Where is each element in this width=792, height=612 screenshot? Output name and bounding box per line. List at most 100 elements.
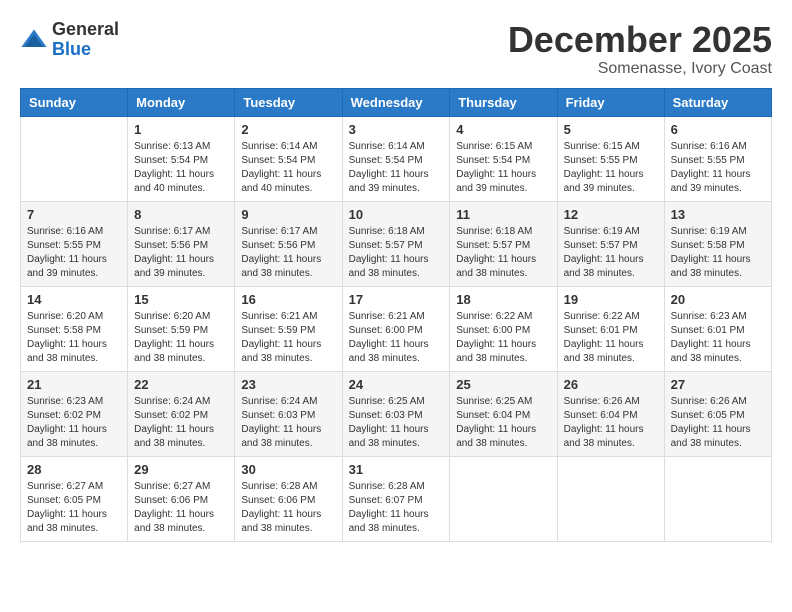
day-number: 14: [27, 292, 121, 307]
weekday-header: Tuesday: [235, 88, 342, 116]
calendar-cell: 31 Sunrise: 6:28 AMSunset: 6:07 PMDayligh…: [342, 456, 450, 541]
day-number: 10: [349, 207, 444, 222]
day-info: Sunrise: 6:21 AMSunset: 5:59 PMDaylight:…: [241, 310, 335, 366]
day-number: 1: [134, 122, 228, 137]
weekday-header: Wednesday: [342, 88, 450, 116]
calendar-cell: 15Sunrise: 6:20 AMSunset: 5:59 PMDayligh…: [128, 286, 235, 371]
weekday-header: Sunday: [21, 88, 128, 116]
calendar-cell: 9 Sunrise: 6:17 AMSunset: 5:56 PMDaylight…: [235, 201, 342, 286]
calendar-cell: 4 Sunrise: 6:15 AMSunset: 5:54 PMDaylight…: [450, 116, 557, 201]
logo-blue: Blue: [52, 40, 119, 60]
title-section: December 2025 Somenasse, Ivory Coast: [508, 20, 772, 78]
day-number: 7: [27, 207, 121, 222]
calendar-cell: 3Sunrise: 6:14 AMSunset: 5:54 PMDaylight…: [342, 116, 450, 201]
calendar-cell: 10Sunrise: 6:18 AMSunset: 5:57 PMDayligh…: [342, 201, 450, 286]
day-info: Sunrise: 6:15 AMSunset: 5:55 PMDaylight:…: [564, 140, 658, 196]
calendar: SundayMondayTuesdayWednesdayThursdayFrid…: [20, 88, 772, 542]
day-info: Sunrise: 6:28 AMSunset: 6:07 PMDaylight:…: [349, 480, 444, 536]
day-number: 18: [456, 292, 550, 307]
month-title: December 2025: [508, 20, 772, 60]
day-number: 29: [134, 462, 228, 477]
calendar-cell: 23 Sunrise: 6:24 AMSunset: 6:03 PMDayligh…: [235, 371, 342, 456]
calendar-cell: 16Sunrise: 6:21 AMSunset: 5:59 PMDayligh…: [235, 286, 342, 371]
day-number: 3: [349, 122, 444, 137]
logo: General Blue: [20, 20, 119, 60]
day-info: Sunrise: 6:24 AMSunset: 6:03 PMDaylight:…: [241, 395, 335, 451]
day-info: Sunrise: 6:15 AMSunset: 5:54 PMDaylight:…: [456, 140, 550, 196]
day-info: Sunrise: 6:23 AMSunset: 6:01 PMDaylight:…: [671, 310, 765, 366]
day-number: 21: [27, 377, 121, 392]
calendar-cell: 11 Sunrise: 6:18 AMSunset: 5:57 PMDayligh…: [450, 201, 557, 286]
day-number: 8: [134, 207, 228, 222]
calendar-cell: 5 Sunrise: 6:15 AMSunset: 5:55 PMDaylight…: [557, 116, 664, 201]
day-info: Sunrise: 6:24 AMSunset: 6:02 PMDaylight:…: [134, 395, 228, 451]
day-number: 23: [241, 377, 335, 392]
calendar-cell: 8 Sunrise: 6:17 AMSunset: 5:56 PMDaylight…: [128, 201, 235, 286]
day-info: Sunrise: 6:25 AMSunset: 6:03 PMDaylight:…: [349, 395, 444, 451]
day-number: 20: [671, 292, 765, 307]
day-number: 27: [671, 377, 765, 392]
calendar-cell: 12Sunrise: 6:19 AMSunset: 5:57 PMDayligh…: [557, 201, 664, 286]
day-number: 9: [241, 207, 335, 222]
day-info: Sunrise: 6:17 AMSunset: 5:56 PMDaylight:…: [134, 225, 228, 281]
day-info: Sunrise: 6:17 AMSunset: 5:56 PMDaylight:…: [241, 225, 335, 281]
day-number: 31: [349, 462, 444, 477]
calendar-cell: 22 Sunrise: 6:24 AMSunset: 6:02 PMDayligh…: [128, 371, 235, 456]
calendar-header-row: SundayMondayTuesdayWednesdayThursdayFrid…: [21, 88, 772, 116]
calendar-week-row: 7Sunrise: 6:16 AMSunset: 5:55 PMDaylight…: [21, 201, 772, 286]
location-title: Somenasse, Ivory Coast: [508, 60, 772, 78]
calendar-cell: 30 Sunrise: 6:28 AMSunset: 6:06 PMDayligh…: [235, 456, 342, 541]
day-info: Sunrise: 6:21 AMSunset: 6:00 PMDaylight:…: [349, 310, 444, 366]
page-header: General Blue December 2025 Somenasse, Iv…: [20, 20, 772, 78]
day-number: 22: [134, 377, 228, 392]
weekday-header: Friday: [557, 88, 664, 116]
day-number: 11: [456, 207, 550, 222]
logo-icon: [20, 26, 48, 54]
calendar-cell: 14 Sunrise: 6:20 AMSunset: 5:58 PMDayligh…: [21, 286, 128, 371]
weekday-header: Monday: [128, 88, 235, 116]
calendar-cell: 13Sunrise: 6:19 AMSunset: 5:58 PMDayligh…: [664, 201, 771, 286]
calendar-cell: 25Sunrise: 6:25 AMSunset: 6:04 PMDayligh…: [450, 371, 557, 456]
day-number: 5: [564, 122, 658, 137]
calendar-cell: 6Sunrise: 6:16 AMSunset: 5:55 PMDaylight…: [664, 116, 771, 201]
day-info: Sunrise: 6:22 AMSunset: 6:01 PMDaylight:…: [564, 310, 658, 366]
day-number: 4: [456, 122, 550, 137]
logo-general: General: [52, 20, 119, 40]
calendar-cell: [450, 456, 557, 541]
day-number: 26: [564, 377, 658, 392]
day-info: Sunrise: 6:18 AMSunset: 5:57 PMDaylight:…: [456, 225, 550, 281]
day-info: Sunrise: 6:20 AMSunset: 5:58 PMDaylight:…: [27, 310, 121, 366]
calendar-cell: 18 Sunrise: 6:22 AMSunset: 6:00 PMDayligh…: [450, 286, 557, 371]
day-number: 17: [349, 292, 444, 307]
weekday-header: Thursday: [450, 88, 557, 116]
day-info: Sunrise: 6:16 AMSunset: 5:55 PMDaylight:…: [671, 140, 765, 196]
calendar-cell: 2 Sunrise: 6:14 AMSunset: 5:54 PMDaylight…: [235, 116, 342, 201]
calendar-cell: 24 Sunrise: 6:25 AMSunset: 6:03 PMDayligh…: [342, 371, 450, 456]
calendar-week-row: 14 Sunrise: 6:20 AMSunset: 5:58 PMDayligh…: [21, 286, 772, 371]
day-info: Sunrise: 6:26 AMSunset: 6:05 PMDaylight:…: [671, 395, 765, 451]
day-info: Sunrise: 6:25 AMSunset: 6:04 PMDaylight:…: [456, 395, 550, 451]
day-info: Sunrise: 6:22 AMSunset: 6:00 PMDaylight:…: [456, 310, 550, 366]
day-number: 15: [134, 292, 228, 307]
calendar-cell: [557, 456, 664, 541]
day-info: Sunrise: 6:27 AMSunset: 6:05 PMDaylight:…: [27, 480, 121, 536]
day-info: Sunrise: 6:14 AMSunset: 5:54 PMDaylight:…: [241, 140, 335, 196]
day-number: 2: [241, 122, 335, 137]
day-number: 28: [27, 462, 121, 477]
day-number: 12: [564, 207, 658, 222]
day-number: 24: [349, 377, 444, 392]
calendar-cell: 20 Sunrise: 6:23 AMSunset: 6:01 PMDayligh…: [664, 286, 771, 371]
day-info: Sunrise: 6:28 AMSunset: 6:06 PMDaylight:…: [241, 480, 335, 536]
calendar-cell: 17 Sunrise: 6:21 AMSunset: 6:00 PMDayligh…: [342, 286, 450, 371]
calendar-week-row: 21 Sunrise: 6:23 AMSunset: 6:02 PMDayligh…: [21, 371, 772, 456]
calendar-cell: 1Sunrise: 6:13 AMSunset: 5:54 PMDaylight…: [128, 116, 235, 201]
day-number: 30: [241, 462, 335, 477]
day-info: Sunrise: 6:19 AMSunset: 5:58 PMDaylight:…: [671, 225, 765, 281]
calendar-week-row: 1Sunrise: 6:13 AMSunset: 5:54 PMDaylight…: [21, 116, 772, 201]
calendar-week-row: 28 Sunrise: 6:27 AMSunset: 6:05 PMDayligh…: [21, 456, 772, 541]
calendar-cell: 26Sunrise: 6:26 AMSunset: 6:04 PMDayligh…: [557, 371, 664, 456]
calendar-cell: 21 Sunrise: 6:23 AMSunset: 6:02 PMDayligh…: [21, 371, 128, 456]
day-info: Sunrise: 6:23 AMSunset: 6:02 PMDaylight:…: [27, 395, 121, 451]
calendar-cell: 19Sunrise: 6:22 AMSunset: 6:01 PMDayligh…: [557, 286, 664, 371]
weekday-header: Saturday: [664, 88, 771, 116]
